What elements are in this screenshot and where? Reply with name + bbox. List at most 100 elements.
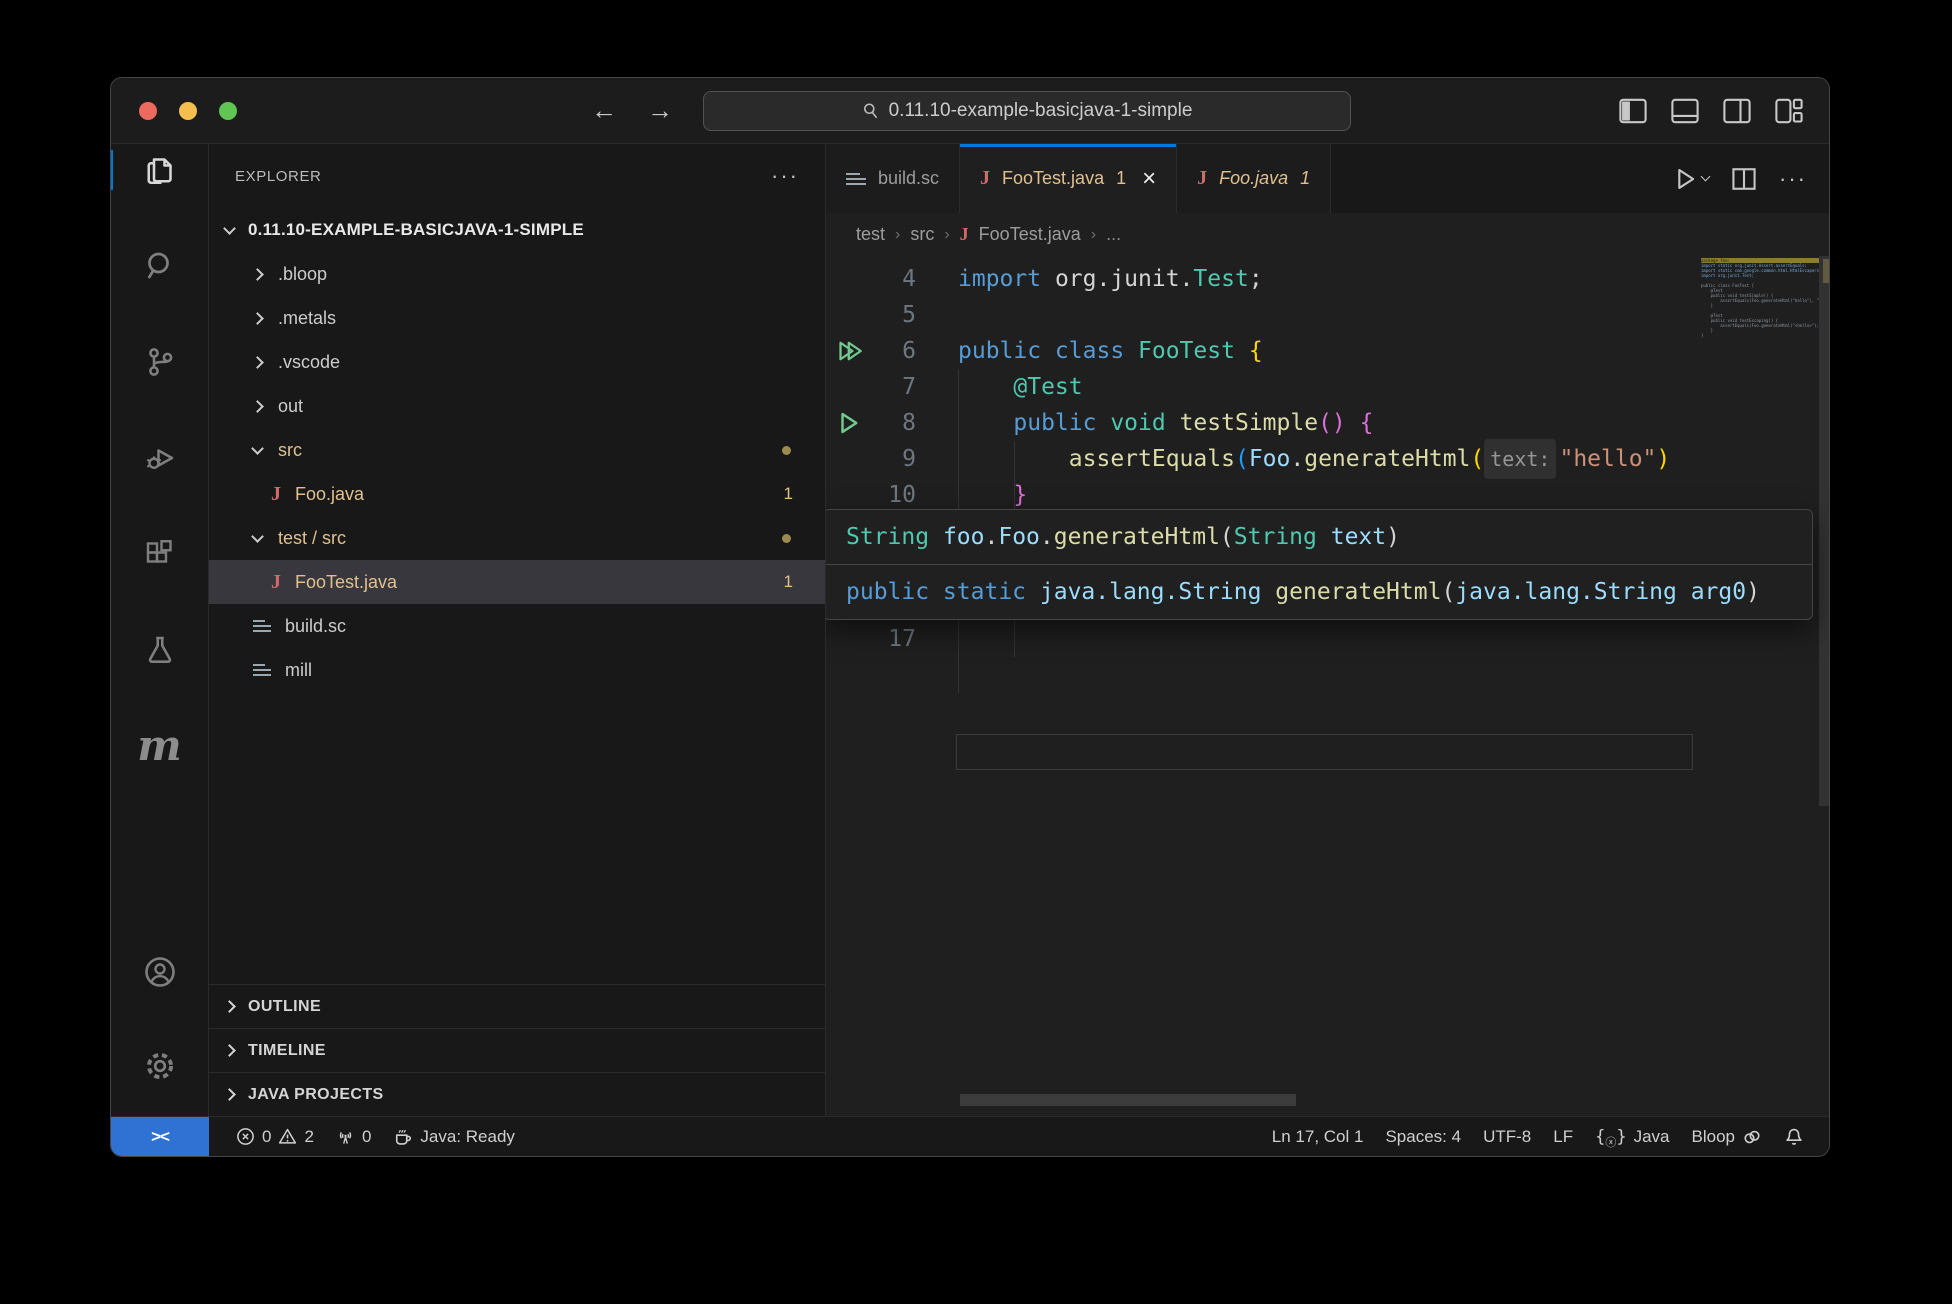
remote-indicator[interactable]: ><	[111, 1117, 209, 1156]
code-line-6[interactable]: 6public class FooTest {	[826, 333, 1829, 369]
activity-testing[interactable]	[111, 626, 208, 674]
status-bar: >< 0 2 0 Java: Ready Ln 17, Col 1 Spaces…	[111, 1116, 1829, 1156]
tree-item-mill[interactable]: mill	[209, 648, 825, 692]
chevron-down-icon	[251, 530, 264, 543]
vscode-window: ← → 0.11.10-example-basicjava-1-simple	[110, 77, 1830, 1157]
tree-item--metals[interactable]: .metals	[209, 296, 825, 340]
split-editor-icon[interactable]	[1731, 166, 1757, 192]
tab-label: FooTest.java	[1002, 168, 1104, 189]
activity-source-control[interactable]	[111, 338, 208, 386]
minimap-line: assertEquals(Foo.generateHtml("<hello>")…	[1701, 323, 1819, 328]
eol-status[interactable]: LF	[1542, 1117, 1584, 1156]
code-line-9[interactable]: 9 assertEquals(Foo.generateHtml(text:"he…	[826, 441, 1829, 477]
files-icon	[142, 152, 178, 188]
breadcrumb-item[interactable]: FooTest.java	[979, 224, 1081, 245]
run-icon	[1672, 166, 1698, 192]
current-line-highlight	[956, 734, 1693, 770]
notifications-status[interactable]	[1773, 1117, 1815, 1156]
tree-item-label: FooTest.java	[295, 572, 397, 593]
section-timeline[interactable]: TIMELINE	[209, 1028, 825, 1072]
toggle-secondary-sidebar-icon[interactable]	[1723, 98, 1751, 124]
toggle-panel-icon[interactable]	[1671, 98, 1699, 124]
language-mode[interactable]: {ⓧ} Java	[1584, 1117, 1680, 1156]
title-bar: ← → 0.11.10-example-basicjava-1-simple	[111, 78, 1829, 144]
forward-arrow-icon[interactable]: →	[647, 95, 673, 126]
minimize-window-button[interactable]	[179, 102, 197, 120]
tree-item--bloop[interactable]: .bloop	[209, 252, 825, 296]
ports-status[interactable]: 0	[325, 1117, 382, 1156]
code-line-17[interactable]: 17	[826, 621, 1829, 657]
close-tab-icon[interactable]: ×	[1142, 167, 1156, 191]
run-dropdown-icon[interactable]	[1701, 172, 1711, 182]
customize-layout-icon[interactable]	[1775, 98, 1803, 124]
breadcrumb-item[interactable]: ...	[1106, 224, 1121, 245]
activity-accounts[interactable]	[111, 948, 208, 996]
zoom-window-button[interactable]	[219, 102, 237, 120]
activity-explorer[interactable]	[111, 146, 208, 194]
tree-item-out[interactable]: out	[209, 384, 825, 428]
error-count: 0	[262, 1127, 271, 1147]
tree-item--vscode[interactable]: .vscode	[209, 340, 825, 384]
code-line-5[interactable]: 5	[826, 297, 1829, 333]
tree-root[interactable]: 0.11.10-EXAMPLE-BASICJAVA-1-SIMPLE	[209, 208, 825, 252]
tree-item-label: build.sc	[285, 616, 346, 637]
file-icon	[253, 664, 271, 676]
breadcrumb-item[interactable]: test	[856, 224, 885, 245]
java-file-icon: J	[960, 224, 969, 245]
sidebar-sections: OUTLINETIMELINEJAVA PROJECTS	[209, 984, 825, 1116]
chevron-right-icon	[251, 400, 264, 413]
tree-item-build-sc[interactable]: build.sc	[209, 604, 825, 648]
section-java-projects[interactable]: JAVA PROJECTS	[209, 1072, 825, 1116]
chevron-right-icon: ›	[944, 226, 949, 244]
tab-build-sc[interactable]: build.sc	[826, 144, 960, 213]
tree-item-label: out	[278, 396, 303, 417]
code-line-7[interactable]: 7 @Test	[826, 369, 1829, 405]
ports-count: 0	[362, 1127, 371, 1147]
tab-foo-java[interactable]: J Foo.java 1	[1177, 144, 1331, 213]
indentation-status[interactable]: Spaces: 4	[1374, 1117, 1472, 1156]
activity-search[interactable]	[111, 242, 208, 290]
section-outline[interactable]: OUTLINE	[209, 984, 825, 1028]
activity-settings[interactable]	[111, 1042, 208, 1090]
code-editor[interactable]: 4import org.junit.Test;56public class Fo…	[826, 256, 1829, 1116]
problems-status[interactable]: 0 2	[225, 1117, 325, 1156]
code-line-8[interactable]: 8 public void testSimple() {	[826, 405, 1829, 441]
code-line-4[interactable]: 4import org.junit.Test;	[826, 261, 1829, 297]
tab-problem-badge: 1	[1116, 168, 1126, 189]
file-icon	[846, 173, 866, 185]
java-status[interactable]: Java: Ready	[382, 1117, 526, 1156]
activity-extensions[interactable]	[111, 530, 208, 578]
vertical-scrollbar[interactable]	[1819, 256, 1829, 806]
tree-item-label: mill	[285, 660, 312, 681]
code-line-10[interactable]: 10 }	[826, 477, 1829, 513]
encoding-status[interactable]: UTF-8	[1472, 1117, 1542, 1156]
activity-bar: m	[111, 144, 209, 1116]
line-number: 9	[872, 446, 916, 472]
more-actions-icon[interactable]: ···	[1779, 166, 1807, 192]
tree-item-label: Foo.java	[295, 484, 364, 505]
breadcrumb-item[interactable]: src	[910, 224, 934, 245]
activity-metals[interactable]: m	[111, 722, 208, 770]
toggle-sidebar-icon[interactable]	[1619, 98, 1647, 124]
search-icon	[142, 248, 178, 284]
build-server-status[interactable]: Bloop	[1681, 1117, 1773, 1156]
run-test-icon[interactable]	[826, 410, 872, 436]
back-arrow-icon[interactable]: ←	[591, 95, 617, 126]
command-center-text: 0.11.10-example-basicjava-1-simple	[889, 100, 1193, 122]
minimap[interactable]: package foo;import static org.junit.Asse…	[1701, 258, 1819, 344]
tree-item-src[interactable]: src	[209, 428, 825, 472]
run-java-button[interactable]	[1672, 166, 1709, 192]
tree-item-footest-java[interactable]: JFooTest.java1	[209, 560, 825, 604]
horizontal-scrollbar[interactable]	[960, 1094, 1296, 1106]
explorer-actions-icon[interactable]: ···	[771, 163, 799, 189]
tab-footest-java[interactable]: J FooTest.java 1 ×	[960, 144, 1177, 213]
run-all-tests-icon[interactable]	[826, 338, 872, 364]
tree-item-foo-java[interactable]: JFoo.java1	[209, 472, 825, 516]
cursor-position[interactable]: Ln 17, Col 1	[1261, 1117, 1375, 1156]
tree-item-test-src[interactable]: test / src	[209, 516, 825, 560]
debug-icon	[142, 440, 178, 476]
close-window-button[interactable]	[139, 102, 157, 120]
command-center[interactable]: 0.11.10-example-basicjava-1-simple	[703, 91, 1351, 131]
tooltip-signature-row: public static java.lang.String generateH…	[826, 565, 1812, 619]
activity-run-debug[interactable]	[111, 434, 208, 482]
